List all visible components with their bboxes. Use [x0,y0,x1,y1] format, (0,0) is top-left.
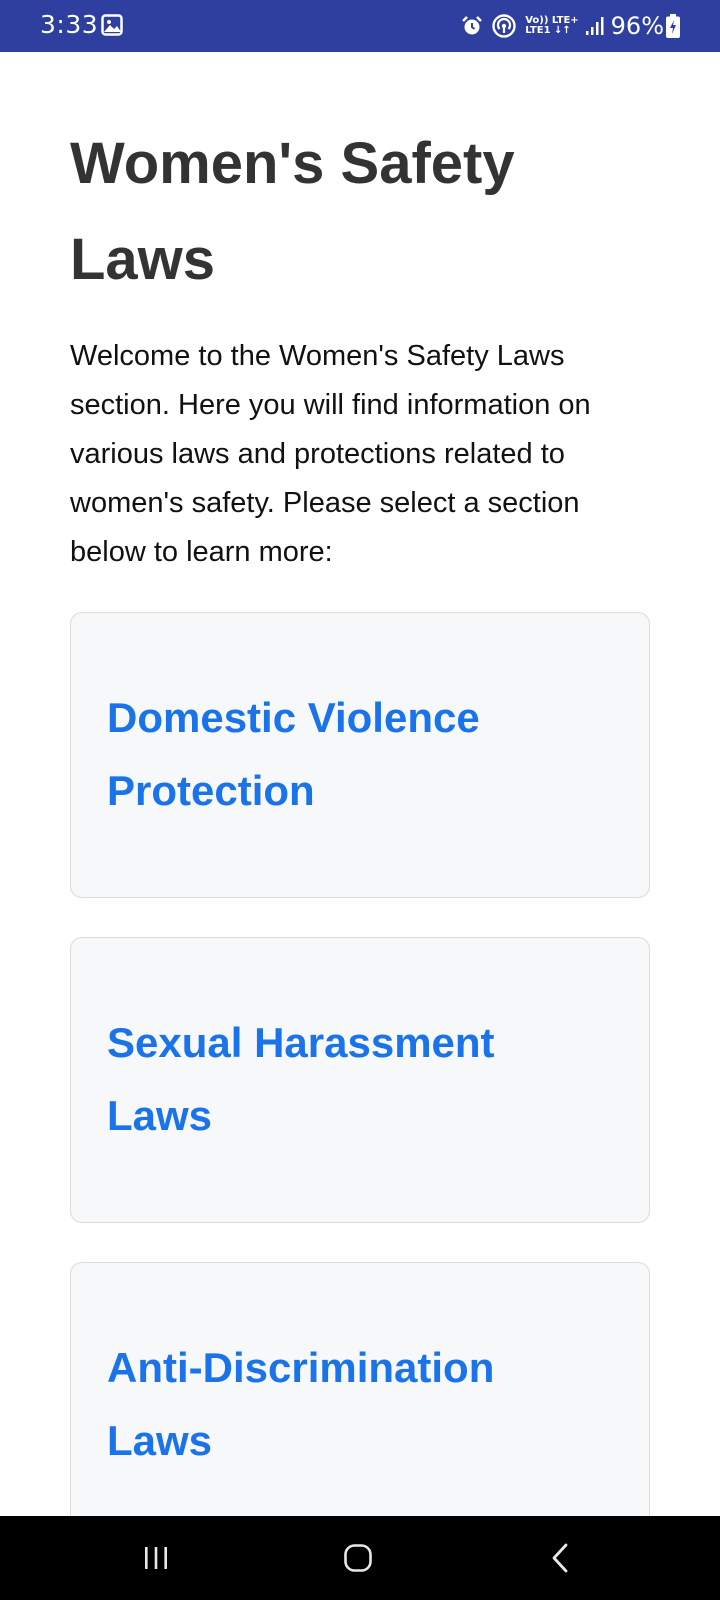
navigation-bar [0,1516,720,1600]
gallery-icon [101,14,123,36]
hotspot-icon [491,13,517,39]
home-button[interactable] [298,1516,418,1600]
back-icon [552,1543,568,1573]
recents-icon [145,1547,167,1569]
back-button[interactable] [500,1516,620,1600]
battery-charging-icon [666,14,680,38]
status-icons: Vo)) LTE+ LTE1 ↓↑ 96% [461,0,680,52]
status-bar: 3:33 Vo)) LTE+ LTE1 ↓↑ 96% [0,0,720,52]
network-type: Vo)) LTE+ LTE1 ↓↑ [525,15,579,36]
section-card-anti-discrimination[interactable]: Anti-Discrimination Laws [70,1262,650,1516]
intro-text: Welcome to the Women's Safety Laws secti… [70,340,591,568]
home-icon [344,1544,372,1572]
status-time: 3:33 [40,10,99,39]
section-link-anti-discrimination[interactable]: Anti-Discrimination Laws [107,1331,607,1477]
page-title: Women's Safety Laws [70,131,515,292]
section-link-sexual-harassment[interactable]: Sexual Harassment Laws [107,1006,607,1152]
signal-icon [585,16,605,36]
battery-percent: 96% [610,12,664,40]
alarm-icon [461,15,483,37]
section-card-domestic-violence[interactable]: Domestic Violence Protection [70,612,650,898]
section-link-domestic-violence[interactable]: Domestic Violence Protection [107,681,607,827]
section-card-sexual-harassment[interactable]: Sexual Harassment Laws [70,937,650,1223]
recents-button[interactable] [96,1516,216,1600]
page-content: Women's Safety Laws Welcome to the Women… [0,52,720,1516]
